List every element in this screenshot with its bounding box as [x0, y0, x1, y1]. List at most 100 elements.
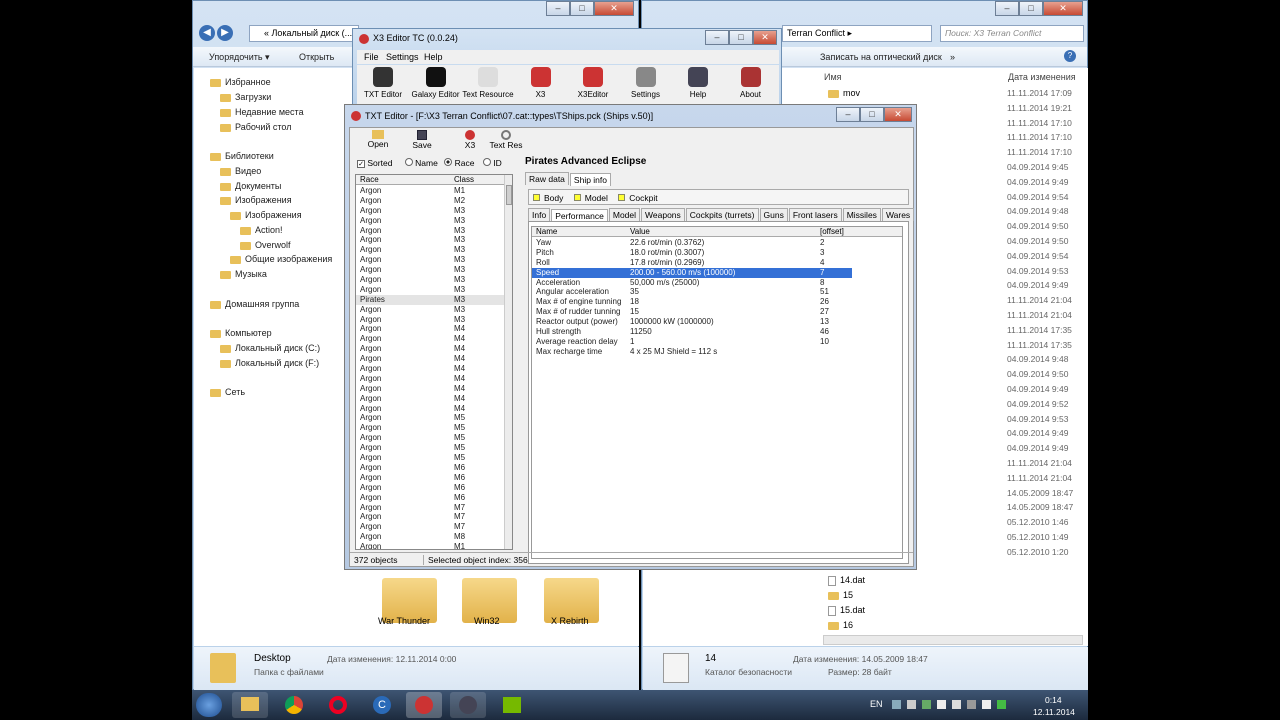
- nav-item[interactable]: Локальный диск (F:): [220, 358, 319, 368]
- list-item[interactable]: Argon M4: [356, 364, 504, 374]
- list-item[interactable]: Argon M3: [356, 315, 504, 325]
- list-item[interactable]: Argon M3: [356, 235, 504, 245]
- open-tool-button[interactable]: Open: [358, 130, 398, 156]
- tab-cockpit[interactable]: Cockpit: [629, 193, 657, 203]
- column-header-name[interactable]: Имя: [824, 72, 842, 82]
- list-item[interactable]: Argon M3: [356, 285, 504, 295]
- table-row[interactable]: Max # of rudder tunning 15 27: [532, 307, 902, 317]
- header-class[interactable]: Class: [454, 175, 474, 184]
- list-item[interactable]: Argon M4: [356, 324, 504, 334]
- tab-model[interactable]: Model: [585, 193, 608, 203]
- list-item[interactable]: Argon M4: [356, 384, 504, 394]
- header-name[interactable]: Name: [536, 227, 557, 236]
- nav-item[interactable]: Изображения: [220, 195, 292, 205]
- ship-tab[interactable]: Missiles: [842, 208, 881, 221]
- ship-tab[interactable]: Weapons: [641, 208, 685, 221]
- file-item[interactable]: 15.dat: [828, 605, 865, 616]
- list-item[interactable]: Argon M8: [356, 532, 504, 542]
- x3-tool-button[interactable]: X3: [456, 130, 484, 156]
- tab-body[interactable]: Body: [544, 193, 563, 203]
- nav-item[interactable]: Документы: [220, 181, 281, 191]
- list-item[interactable]: Argon M1: [356, 542, 504, 549]
- list-item[interactable]: Argon M5: [356, 443, 504, 453]
- table-row[interactable]: Acceleration 50,000 m/s (25000) 8: [532, 278, 902, 288]
- taskbar-nvidia[interactable]: [494, 692, 530, 718]
- taskbar-ccleaner[interactable]: C: [364, 692, 400, 718]
- back-button[interactable]: ◀: [199, 25, 215, 41]
- nav-item[interactable]: Загрузки: [220, 92, 271, 102]
- nav-item[interactable]: Музыка: [220, 269, 267, 279]
- list-item[interactable]: Argon M4: [356, 394, 504, 404]
- table-row[interactable]: Max recharge time 4 x 25 MJ Shield = 112 …: [532, 347, 902, 357]
- tool-button[interactable]: Settings: [620, 67, 672, 99]
- list-item[interactable]: Argon M4: [356, 374, 504, 384]
- list-item[interactable]: Argon M3: [356, 265, 504, 275]
- ship-tab[interactable]: Guns: [759, 208, 788, 221]
- forward-button[interactable]: ▶: [217, 25, 233, 41]
- nav-item[interactable]: Action!: [240, 225, 283, 235]
- tray-icon[interactable]: [937, 700, 946, 709]
- tool-button[interactable]: X3Editor: [567, 67, 619, 99]
- ship-tab[interactable]: Info: [528, 208, 551, 221]
- tray-icons[interactable]: [892, 700, 1012, 710]
- start-button[interactable]: [196, 693, 222, 717]
- address-bar[interactable]: Terran Conflict ▸: [782, 25, 932, 42]
- list-item[interactable]: Argon M5: [356, 423, 504, 433]
- nav-item[interactable]: Библиотеки: [210, 151, 274, 161]
- help-icon[interactable]: ?: [1064, 50, 1076, 62]
- list-item[interactable]: Argon M5: [356, 433, 504, 443]
- tool-button[interactable]: X3: [515, 67, 567, 99]
- list-item[interactable]: Argon M6: [356, 483, 504, 493]
- language-indicator[interactable]: EN: [870, 699, 883, 709]
- tray-icon[interactable]: [952, 700, 961, 709]
- list-item[interactable]: Argon M7: [356, 512, 504, 522]
- performance-table[interactable]: Name Value [offset] Yaw 22.6 rot/min (0.3…: [531, 226, 903, 559]
- search-input[interactable]: Поиск: X3 Terran Conflict: [940, 25, 1084, 42]
- list-item[interactable]: Pirates M3: [356, 294, 504, 305]
- tool-button[interactable]: Text Resource: [462, 67, 514, 99]
- list-item[interactable]: Argon M3: [356, 206, 504, 216]
- nav-item[interactable]: Локальный диск (C:): [220, 343, 320, 353]
- clock-time[interactable]: 0:14: [1045, 695, 1062, 705]
- list-item[interactable]: Argon M1: [356, 186, 504, 196]
- tool-button[interactable]: Galaxy Editor: [410, 67, 462, 99]
- address-bar[interactable]: « Локальный диск (...: [249, 25, 359, 42]
- file-item[interactable]: 14.dat: [828, 575, 865, 586]
- tray-icon[interactable]: [997, 700, 1006, 709]
- sort-id-radio[interactable]: [482, 158, 491, 166]
- minimize-button[interactable]: –: [836, 107, 860, 122]
- tool-button[interactable]: TXT Editor: [357, 67, 409, 99]
- nav-item[interactable]: Overwolf: [240, 240, 291, 250]
- tray-icon[interactable]: [907, 700, 916, 709]
- table-row[interactable]: Reactor output (power) 1000000 kW (100000…: [532, 317, 902, 327]
- taskbar-opera[interactable]: [320, 692, 356, 718]
- open-button[interactable]: Открыть: [293, 52, 340, 62]
- tab-ship-info[interactable]: Ship info: [569, 173, 612, 186]
- tray-icon[interactable]: [967, 700, 976, 709]
- list-item[interactable]: Argon M5: [356, 453, 504, 463]
- table-row[interactable]: Roll 17.8 rot/min (0.2969) 4: [532, 258, 902, 268]
- tray-icon[interactable]: [892, 700, 901, 709]
- minimize-button[interactable]: –: [705, 30, 729, 45]
- list-item[interactable]: Argon M3: [356, 255, 504, 265]
- nav-item[interactable]: Изображения: [230, 210, 302, 220]
- list-item[interactable]: Argon M4: [356, 354, 504, 364]
- maximize-button[interactable]: □: [729, 30, 753, 45]
- menu-settings[interactable]: Settings: [386, 52, 419, 62]
- nav-item[interactable]: Избранное: [210, 77, 271, 87]
- menu-help[interactable]: Help: [424, 52, 443, 62]
- maximize-button[interactable]: □: [1019, 1, 1043, 16]
- nav-item[interactable]: Компьютер: [210, 328, 272, 338]
- table-row[interactable]: Yaw 22.6 rot/min (0.3762) 2: [532, 238, 902, 248]
- nav-item[interactable]: Сеть: [210, 387, 245, 397]
- table-row[interactable]: Max # of engine tunning 18 26: [532, 297, 902, 307]
- text-res-tool-button[interactable]: Text Res: [486, 130, 526, 156]
- nav-item[interactable]: Домашняя группа: [210, 299, 299, 309]
- organize-button[interactable]: Упорядочить ▾: [203, 52, 276, 63]
- table-row[interactable]: Average reaction delay 1 10: [532, 337, 902, 347]
- list-item[interactable]: Argon M3: [356, 216, 504, 226]
- horizontal-scrollbar[interactable]: [823, 635, 1083, 645]
- list-item[interactable]: Argon M6: [356, 493, 504, 503]
- sort-name-radio[interactable]: [404, 158, 413, 166]
- close-button[interactable]: ✕: [1043, 1, 1083, 16]
